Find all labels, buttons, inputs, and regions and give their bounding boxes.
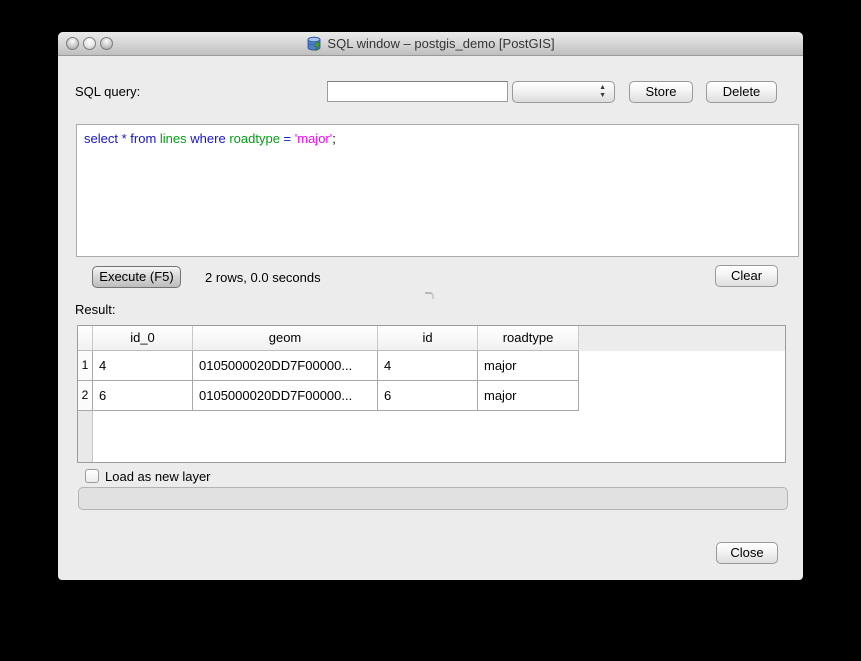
stepper-arrows-icon: ▲▼ (599, 84, 606, 100)
corner-header-cell (78, 326, 93, 351)
table-cell-roadtype[interactable]: major (478, 351, 579, 381)
table-row: 260105000020DD7F00000...6major (78, 381, 785, 411)
table-cell-id[interactable]: 6 (378, 381, 478, 411)
row-number-cell[interactable]: 1 (78, 351, 93, 381)
sql-statement: select * from lines where roadtype = 'ma… (84, 131, 791, 146)
table-cell-id_0[interactable]: 4 (93, 351, 193, 381)
postgis-database-icon (306, 36, 322, 52)
sql-token-keyword: * (122, 131, 127, 146)
result-table: id_0 geom id roadtype 140105000020DD7F00… (77, 325, 786, 463)
column-header-roadtype[interactable]: roadtype (478, 326, 579, 351)
sql-token-identifier: lines (160, 131, 187, 146)
table-cell-geom[interactable]: 0105000020DD7F00000... (193, 351, 378, 381)
result-label: Result: (75, 302, 115, 317)
table-header-row: id_0 geom id roadtype (78, 326, 785, 351)
column-header-id[interactable]: id (378, 326, 478, 351)
sql-token-keyword: select (84, 131, 118, 146)
query-status-text: 2 rows, 0.0 seconds (205, 270, 321, 285)
title-bar[interactable]: SQL window – postgis_demo [PostGIS] (58, 32, 803, 56)
execute-button[interactable]: Execute (F5) (92, 266, 181, 288)
window-title: SQL window – postgis_demo [PostGIS] (327, 36, 554, 51)
table-cell-id_0[interactable]: 6 (93, 381, 193, 411)
sql-token-plain: ; (332, 131, 336, 146)
table-cell-id[interactable]: 4 (378, 351, 478, 381)
table-cell-roadtype[interactable]: major (478, 381, 579, 411)
query-name-input[interactable] (327, 81, 508, 102)
sql-query-label: SQL query: (75, 84, 140, 99)
load-as-new-layer-label: Load as new layer (105, 469, 211, 484)
column-header-id_0[interactable]: id_0 (93, 326, 193, 351)
layer-name-field-disabled (78, 487, 788, 510)
title-area: SQL window – postgis_demo [PostGIS] (58, 32, 803, 55)
table-row: 140105000020DD7F00000...4major (78, 351, 785, 381)
load-as-new-layer-checkbox[interactable] (85, 469, 99, 483)
delete-button[interactable]: Delete (706, 81, 777, 103)
splitter-handle[interactable] (425, 292, 434, 299)
sql-token-identifier: roadtype (229, 131, 280, 146)
clear-button[interactable]: Clear (715, 265, 778, 287)
row-header-strip (78, 411, 93, 462)
table-cell-geom[interactable]: 0105000020DD7F00000... (193, 381, 378, 411)
sql-editor[interactable]: select * from lines where roadtype = 'ma… (76, 124, 799, 257)
sql-token-string: 'major' (295, 131, 332, 146)
row-number-cell[interactable]: 2 (78, 381, 93, 411)
sql-window: SQL window – postgis_demo [PostGIS] SQL … (58, 32, 803, 580)
sql-token-keyword: where (190, 131, 225, 146)
sql-token-keyword: from (130, 131, 156, 146)
column-header-geom[interactable]: geom (193, 326, 378, 351)
saved-query-select[interactable]: ▲▼ (512, 81, 615, 103)
sql-token-keyword: = (284, 131, 292, 146)
close-button[interactable]: Close (716, 542, 778, 564)
store-button[interactable]: Store (629, 81, 693, 103)
